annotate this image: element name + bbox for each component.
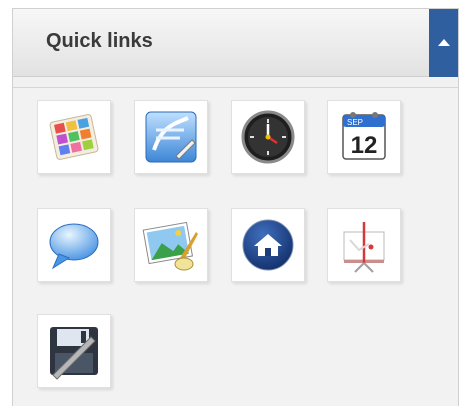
link-presentation[interactable] xyxy=(327,208,401,282)
link-chat[interactable] xyxy=(37,208,111,282)
calendar-day: 12 xyxy=(351,132,378,159)
panel-title: Quick links xyxy=(46,30,153,52)
presentation-icon xyxy=(343,222,385,273)
save-disk-icon xyxy=(50,327,98,380)
home-icon xyxy=(242,219,294,271)
clock-icon xyxy=(241,110,295,164)
link-calendar[interactable]: SEP 12 xyxy=(327,100,401,174)
quick-links-grid: SEP 12 xyxy=(13,87,458,406)
chat-bubble-icon xyxy=(49,223,99,270)
link-home[interactable] xyxy=(231,208,305,282)
collapse-button[interactable] xyxy=(429,9,458,77)
link-clock[interactable] xyxy=(231,100,305,174)
text-editor-icon xyxy=(145,111,197,163)
palette-icon xyxy=(49,114,99,160)
link-palette[interactable] xyxy=(37,100,111,174)
panel-header: Quick links xyxy=(13,9,458,77)
chevron-up-icon xyxy=(437,39,450,46)
quick-links-panel: Quick links SEP 12 xyxy=(12,8,459,406)
calendar-month: SEP xyxy=(347,118,363,127)
link-text-editor[interactable] xyxy=(134,100,208,174)
calendar-icon: SEP 12 xyxy=(342,112,386,160)
link-image-editor[interactable] xyxy=(134,208,208,282)
image-editor-icon xyxy=(142,221,198,271)
link-save[interactable] xyxy=(37,314,111,388)
